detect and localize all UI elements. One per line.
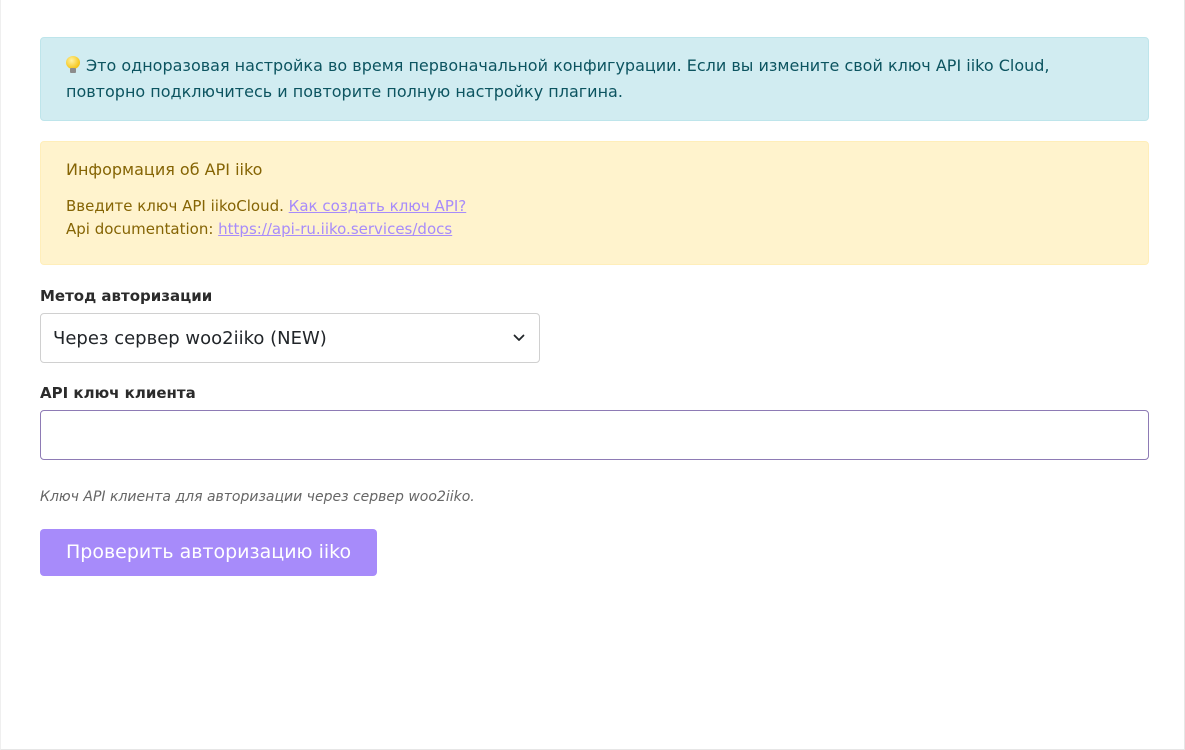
chevron-down-icon [513, 334, 525, 341]
api-info-heading: Информация об API iiko [66, 160, 263, 179]
info-alert: Это одноразовая настройка во время перво… [40, 37, 1149, 121]
info-alert-text-line2: повторно подключитесь и повторите полную… [66, 82, 623, 101]
api-documentation: Api documentation: https://api-ru.iiko.s… [66, 218, 1123, 241]
client-key-input[interactable] [40, 410, 1149, 460]
client-key-label: API ключ клиента [40, 384, 196, 402]
api-key-instruction-text: Введите ключ API iikoCloud. [66, 197, 289, 215]
api-documentation-text: Api documentation: [66, 220, 219, 238]
api-info-alert: Информация об API iiko Введите ключ API … [40, 141, 1149, 265]
check-authorization-button[interactable]: Проверить авторизацию iiko [40, 529, 378, 576]
api-documentation-link[interactable]: https://api-ru.iiko.services/docs [218, 220, 452, 238]
api-key-instruction: Введите ключ API iikoCloud. Как создать … [66, 195, 1123, 218]
client-key-help: Ключ API клиента для авторизации через с… [40, 489, 475, 505]
auth-method-selected-value: Через сервер woo2iiko (NEW) [53, 327, 327, 349]
lightbulb-icon [66, 56, 80, 74]
auth-method-label: Метод авторизации [40, 287, 213, 305]
info-alert-text-line1: Это одноразовая настройка во время перво… [86, 56, 1050, 75]
auth-method-select[interactable]: Через сервер woo2iiko (NEW) [40, 313, 540, 363]
how-to-create-key-link[interactable]: Как создать ключ API? [289, 197, 467, 215]
settings-form: Это одноразовая настройка во время перво… [40, 37, 1149, 576]
